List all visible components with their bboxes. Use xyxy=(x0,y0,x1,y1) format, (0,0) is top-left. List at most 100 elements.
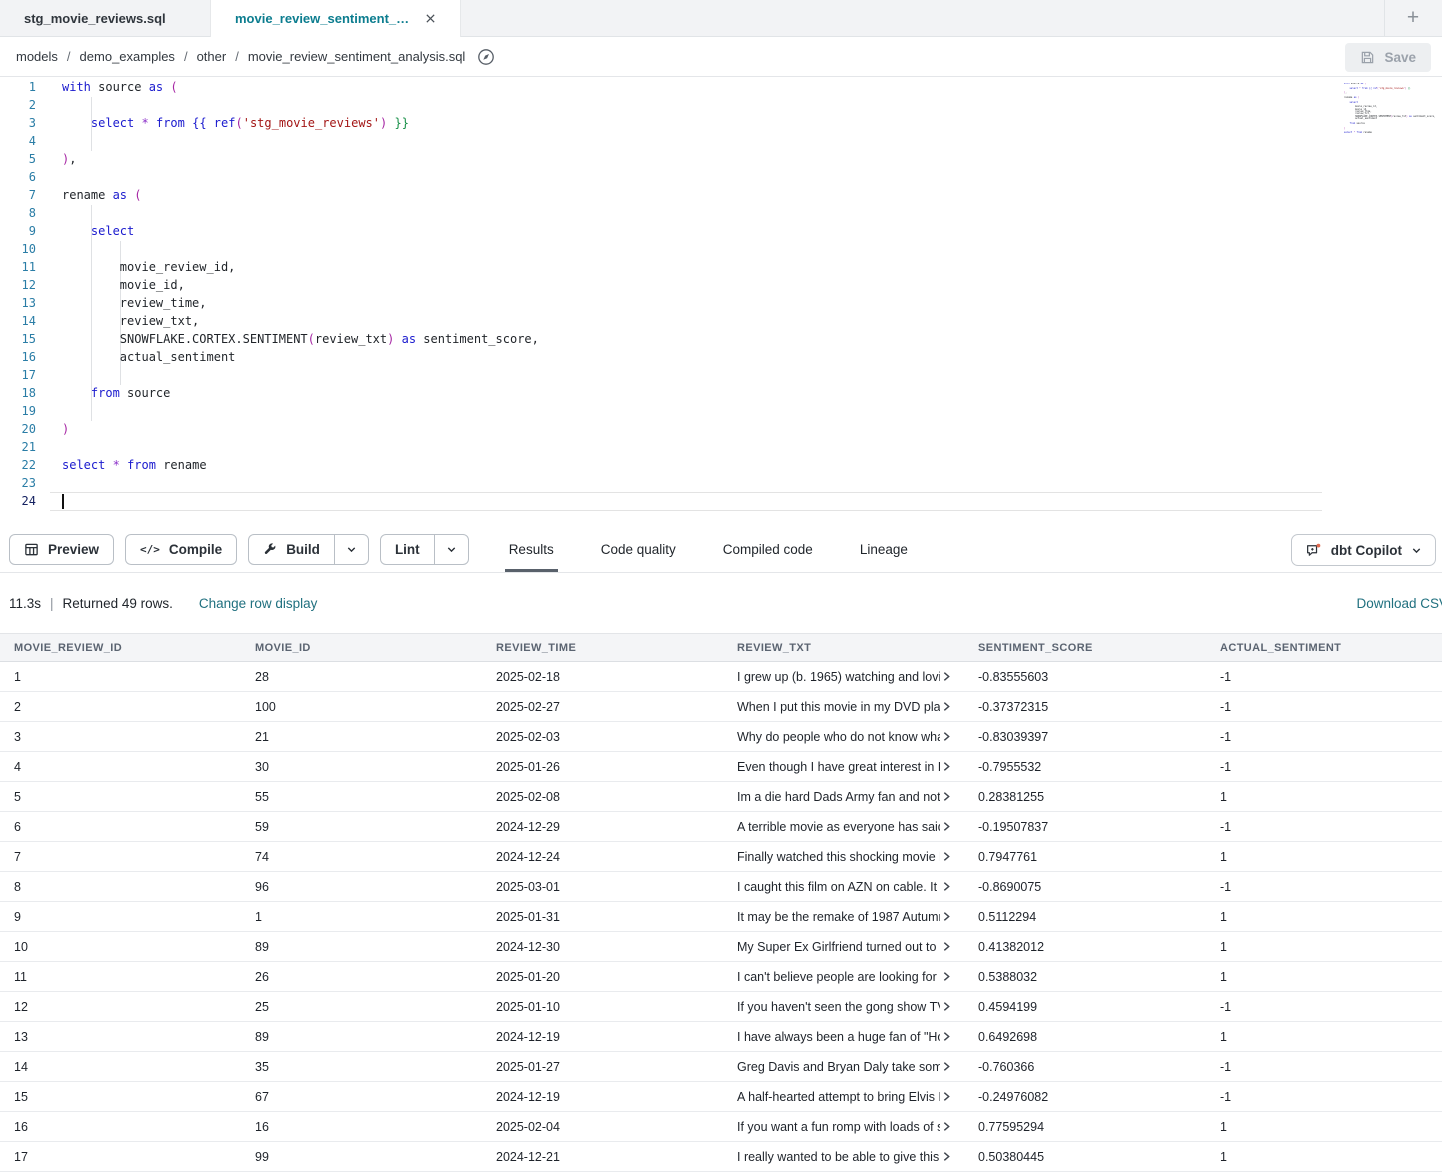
file-tab-0[interactable]: stg_movie_reviews.sql xyxy=(0,0,210,36)
lint-dropdown-button[interactable] xyxy=(435,535,468,564)
build-button[interactable]: Build xyxy=(249,535,335,564)
build-dropdown-button[interactable] xyxy=(335,535,368,564)
review-text: I really wanted to be able to give this … xyxy=(737,1150,940,1164)
expand-cell-chevron-icon[interactable] xyxy=(942,1151,951,1162)
expand-cell-chevron-icon[interactable] xyxy=(942,1001,951,1012)
cell-review_txt: A terrible movie as everyone has said. … xyxy=(723,820,964,834)
code-line[interactable]: 13 review_time, xyxy=(0,294,1442,312)
code-line[interactable]: 10 xyxy=(0,240,1442,258)
cell-movie_id: 96 xyxy=(241,880,482,894)
editor-tab-bar: stg_movie_reviews.sqlmovie_review_sentim… xyxy=(0,0,1442,37)
expand-cell-chevron-icon[interactable] xyxy=(942,941,951,952)
expand-cell-chevron-icon[interactable] xyxy=(942,971,951,982)
table-row: 16162025-02-04If you want a fun romp wit… xyxy=(0,1112,1442,1142)
cell-sentiment_score: -0.37372315 xyxy=(964,700,1206,714)
line-number: 15 xyxy=(0,330,48,348)
expand-cell-chevron-icon[interactable] xyxy=(942,1061,951,1072)
expand-cell-chevron-icon[interactable] xyxy=(942,671,951,682)
review-text: I grew up (b. 1965) watching and lovin… xyxy=(737,670,940,684)
tab-code-quality[interactable]: Code quality xyxy=(599,526,678,572)
code-text: ), xyxy=(48,150,76,168)
code-line[interactable]: 21 xyxy=(0,438,1442,456)
cell-review_time: 2025-01-20 xyxy=(482,970,723,984)
cell-review_time: 2025-01-27 xyxy=(482,1060,723,1074)
code-line[interactable]: 2 xyxy=(0,96,1442,114)
line-number: 11 xyxy=(0,258,48,276)
preview-table-icon xyxy=(24,542,39,557)
tab-compiled-code[interactable]: Compiled code xyxy=(721,526,815,572)
code-line[interactable]: 18 from source xyxy=(0,384,1442,402)
breadcrumb: models/demo_examples/other/movie_review_… xyxy=(16,49,465,64)
expand-cell-chevron-icon[interactable] xyxy=(942,851,951,862)
code-line[interactable]: 16 actual_sentiment xyxy=(0,348,1442,366)
code-line[interactable]: 19 xyxy=(0,402,1442,420)
code-text xyxy=(48,402,62,420)
code-text xyxy=(48,240,62,258)
expand-cell-chevron-icon[interactable] xyxy=(942,791,951,802)
expand-cell-chevron-icon[interactable] xyxy=(942,1091,951,1102)
code-line[interactable]: 6 xyxy=(0,168,1442,186)
cell-sentiment_score: -0.7955532 xyxy=(964,760,1206,774)
expand-cell-chevron-icon[interactable] xyxy=(942,911,951,922)
code-line[interactable]: 20) xyxy=(0,420,1442,438)
tab-results[interactable]: Results xyxy=(507,526,556,572)
cell-sentiment_score: 0.77595294 xyxy=(964,1120,1206,1134)
code-line[interactable]: 22select * from rename xyxy=(0,456,1442,474)
expand-cell-chevron-icon[interactable] xyxy=(942,701,951,712)
cell-review_time: 2025-03-01 xyxy=(482,880,723,894)
compile-button[interactable]: </> Compile xyxy=(125,534,237,565)
code-line[interactable]: 17 xyxy=(0,366,1442,384)
table-row: 4302025-01-26Even though I have great in… xyxy=(0,752,1442,782)
expand-cell-chevron-icon[interactable] xyxy=(942,821,951,832)
cell-review_time: 2024-12-19 xyxy=(482,1030,723,1044)
tab-lineage[interactable]: Lineage xyxy=(858,526,910,572)
lint-button[interactable]: Lint xyxy=(381,535,435,564)
code-line[interactable]: 12 movie_id, xyxy=(0,276,1442,294)
save-button[interactable]: Save xyxy=(1345,43,1431,72)
cell-movie_review_id: 14 xyxy=(0,1060,241,1074)
expand-cell-chevron-icon[interactable] xyxy=(942,1121,951,1132)
code-line[interactable]: 23 xyxy=(0,474,1442,492)
code-line[interactable]: 8 xyxy=(0,204,1442,222)
change-row-display-link[interactable]: Change row display xyxy=(199,596,318,611)
code-text: movie_review_id, xyxy=(48,258,235,276)
cell-review_txt: Even though I have great interest in Bi… xyxy=(723,760,964,774)
expand-cell-chevron-icon[interactable] xyxy=(942,1031,951,1042)
code-line[interactable]: 4 xyxy=(0,132,1442,150)
sql-code-editor[interactable]: 1with source as (23 select * from {{ ref… xyxy=(0,77,1442,526)
download-csv-link[interactable]: Download CSV xyxy=(1356,596,1442,611)
cell-sentiment_score: -0.8690075 xyxy=(964,880,1206,894)
code-line[interactable]: 9 select xyxy=(0,222,1442,240)
review-text: Finally watched this shocking movie la… xyxy=(737,850,940,864)
code-line[interactable]: 14 review_txt, xyxy=(0,312,1442,330)
cell-movie_review_id: 8 xyxy=(0,880,241,894)
file-tab-1[interactable]: movie_review_sentiment_… xyxy=(210,0,461,37)
file-copilot-icon[interactable] xyxy=(477,48,495,66)
cell-movie_id: 89 xyxy=(241,940,482,954)
code-line[interactable]: 1with source as ( xyxy=(0,78,1442,96)
cell-review_time: 2025-02-27 xyxy=(482,700,723,714)
line-number: 7 xyxy=(0,186,48,204)
preview-button[interactable]: Preview xyxy=(9,534,114,565)
dbt-copilot-button[interactable]: dbt Copilot xyxy=(1291,534,1436,566)
expand-cell-chevron-icon[interactable] xyxy=(942,881,951,892)
close-tab-icon[interactable] xyxy=(425,13,436,24)
chevron-down-icon xyxy=(446,544,457,555)
line-number: 21 xyxy=(0,438,48,456)
expand-cell-chevron-icon[interactable] xyxy=(942,731,951,742)
code-line[interactable]: 11 movie_review_id, xyxy=(0,258,1442,276)
code-line[interactable]: 15 SNOWFLAKE.CORTEX.SENTIMENT(review_txt… xyxy=(0,330,1442,348)
review-text: If you haven't seen the gong show TV s… xyxy=(737,1000,940,1014)
cell-sentiment_score: 0.41382012 xyxy=(964,940,1206,954)
code-minimap[interactable]: with source as ( select * from {{ ref('s… xyxy=(1330,83,1440,213)
line-number: 8 xyxy=(0,204,48,222)
expand-cell-chevron-icon[interactable] xyxy=(942,761,951,772)
code-line[interactable]: 5), xyxy=(0,150,1442,168)
cell-sentiment_score: -0.83039397 xyxy=(964,730,1206,744)
line-number: 16 xyxy=(0,348,48,366)
code-line[interactable]: 3 select * from {{ ref('stg_movie_review… xyxy=(0,114,1442,132)
code-line[interactable]: 24 xyxy=(0,492,1442,510)
cell-movie_review_id: 16 xyxy=(0,1120,241,1134)
code-line[interactable]: 7rename as ( xyxy=(0,186,1442,204)
new-tab-button[interactable]: + xyxy=(1400,4,1426,32)
